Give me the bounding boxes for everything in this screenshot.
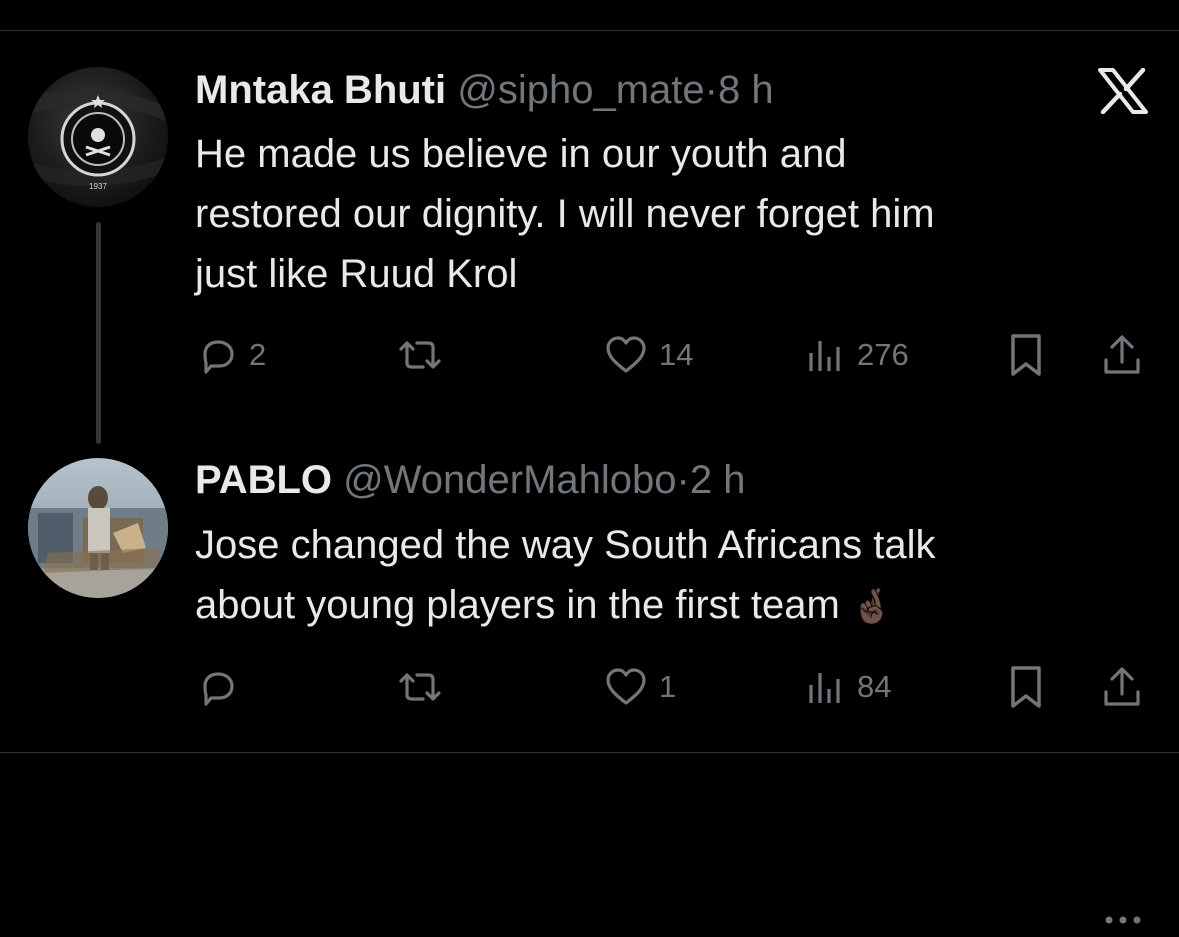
- views-count: 84: [857, 669, 892, 704]
- timestamp[interactable]: 8 h: [718, 68, 774, 112]
- reply-icon: [195, 333, 239, 377]
- bookmark-icon: [1005, 664, 1047, 710]
- repost-icon: [395, 333, 445, 377]
- like-button[interactable]: 1: [603, 662, 676, 712]
- tweet-text: Jose changed the way South Africans talk…: [195, 515, 1125, 637]
- display-name[interactable]: PABLO: [195, 458, 332, 502]
- share-button[interactable]: [1100, 662, 1144, 712]
- tweet-2[interactable]: PABLO @WonderMahlobo·2 h Jose changed th…: [0, 440, 1179, 924]
- action-bar: 2 14 276: [195, 330, 1155, 380]
- repost-button[interactable]: [395, 330, 455, 380]
- tweet-text-line: just like Ruud Krol: [195, 252, 518, 296]
- tweet-text-line: restored our dignity. I will never forge…: [195, 192, 935, 236]
- timestamp[interactable]: 2 h: [690, 458, 746, 502]
- like-count: 1: [659, 669, 677, 704]
- views-button[interactable]: 84: [803, 662, 891, 712]
- tweet-header: Mntaka Bhuti @sipho_mate·8 h: [195, 67, 774, 113]
- tweet-text-line: Jose changed the way South Africans talk: [195, 523, 936, 567]
- user-handle[interactable]: @sipho_mate: [457, 68, 704, 112]
- repost-icon: [395, 665, 445, 709]
- avatar-year: 1937: [89, 182, 107, 191]
- views-chart-icon: [803, 333, 847, 377]
- tweet-header: PABLO @WonderMahlobo·2 h: [195, 457, 745, 503]
- reply-button[interactable]: [195, 662, 249, 712]
- bookmark-button[interactable]: [1005, 330, 1047, 380]
- like-button[interactable]: 14: [603, 330, 693, 380]
- display-name[interactable]: Mntaka Bhuti: [195, 68, 446, 112]
- share-icon: [1100, 664, 1144, 710]
- avatar[interactable]: [28, 458, 168, 598]
- reply-icon: [195, 665, 239, 709]
- bottom-divider: [0, 752, 1179, 753]
- share-button[interactable]: [1100, 330, 1144, 380]
- more-options-icon[interactable]: [1101, 908, 1145, 937]
- tweet-1[interactable]: 1937 Mntaka Bhuti @sipho_mate·8 h He mad…: [0, 0, 1179, 444]
- heart-icon: [603, 665, 649, 709]
- like-count: 14: [659, 337, 694, 372]
- bookmark-icon: [1005, 332, 1047, 378]
- reply-count: 2: [249, 337, 267, 372]
- tweet-text-line: about young players in the first team 🤞🏿: [195, 583, 894, 627]
- views-button[interactable]: 276: [803, 330, 909, 380]
- bookmark-button[interactable]: [1005, 662, 1047, 712]
- views-chart-icon: [803, 665, 847, 709]
- tweet-text: He made us believe in our youth and rest…: [195, 124, 1125, 304]
- reply-button[interactable]: 2: [195, 330, 266, 380]
- user-handle[interactable]: @WonderMahlobo: [343, 458, 676, 502]
- separator: ·: [704, 68, 718, 112]
- thread-line: [96, 222, 101, 444]
- action-bar: 1 84: [195, 662, 1155, 712]
- crossed-fingers-emoji: 🤞🏿: [850, 588, 894, 626]
- heart-icon: [603, 333, 649, 377]
- tweet-text-line: He made us believe in our youth and: [195, 132, 847, 176]
- avatar[interactable]: 1937: [28, 67, 168, 207]
- separator: ·: [676, 458, 690, 502]
- repost-button[interactable]: [395, 662, 455, 712]
- share-icon: [1100, 332, 1144, 378]
- views-count: 276: [857, 337, 909, 372]
